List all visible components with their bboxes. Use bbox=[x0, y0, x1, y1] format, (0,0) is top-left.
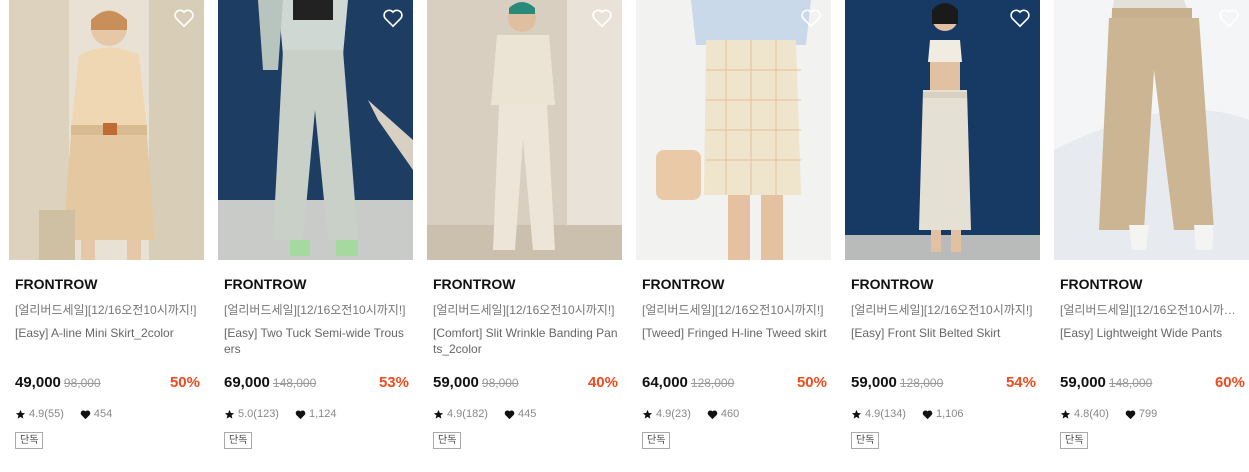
star-icon bbox=[224, 409, 235, 419]
exclusive-badge: 단독 bbox=[15, 432, 44, 449]
promo-label: [얼리버드세일][12/16오전10시까지!] bbox=[224, 303, 406, 317]
original-price: 98,000 bbox=[63, 376, 101, 390]
promo-label: [얼리버드세일][12/16오전10시까지!][... bbox=[1060, 303, 1246, 317]
exclusive-badge: 단독 bbox=[433, 432, 462, 449]
rating: 4.9(134) bbox=[865, 408, 906, 420]
product-card[interactable]: FRONTROW [얼리버드세일][12/16오전10시까지!][... [Ea… bbox=[1054, 0, 1249, 472]
price: 49,000 98,000 bbox=[15, 374, 101, 391]
brand-name[interactable]: FRONTROW bbox=[15, 276, 97, 292]
wishlist-heart-icon[interactable] bbox=[1218, 8, 1240, 28]
discount-rate: 53% bbox=[378, 374, 409, 391]
brand-name[interactable]: FRONTROW bbox=[224, 276, 306, 292]
original-price: 148,000 bbox=[272, 376, 317, 390]
product-name[interactable]: [Easy] A-line Mini Skirt_2color bbox=[15, 325, 201, 341]
sale-price: 59,000 bbox=[1060, 374, 1106, 391]
product-meta: 4.9(55) 454 bbox=[15, 408, 112, 420]
original-price: 128,000 bbox=[690, 376, 735, 390]
discount-rate: 60% bbox=[1214, 374, 1245, 391]
rating: 4.8(40) bbox=[1074, 408, 1109, 420]
like-count: 799 bbox=[1138, 408, 1158, 420]
rating: 4.9(23) bbox=[656, 408, 691, 420]
price: 59,000 98,000 bbox=[433, 374, 519, 391]
product-image[interactable] bbox=[1054, 0, 1249, 260]
wishlist-heart-icon[interactable] bbox=[1009, 8, 1031, 28]
product-image[interactable] bbox=[427, 0, 622, 260]
original-price: 148,000 bbox=[1108, 376, 1153, 390]
like-count: 1,124 bbox=[308, 408, 337, 420]
promo-label: [얼리버드세일][12/16오전10시까지!] bbox=[642, 303, 824, 317]
product-image[interactable] bbox=[636, 0, 831, 260]
exclusive-badge: 단독 bbox=[851, 432, 880, 449]
product-name[interactable]: [Comfort] Slit Wrinkle Banding Pants_2co… bbox=[433, 325, 619, 357]
product-meta: 5.0(123) 1,124 bbox=[224, 408, 337, 420]
price: 59,000 148,000 bbox=[1060, 374, 1152, 391]
wishlist-heart-icon[interactable] bbox=[591, 8, 613, 28]
product-meta: 4.9(134) 1,106 bbox=[851, 408, 964, 420]
product-card[interactable]: FRONTROW [얼리버드세일][12/16오전10시까지!] [Comfor… bbox=[427, 0, 622, 472]
rating: 4.9(182) bbox=[447, 408, 488, 420]
promo-label: [얼리버드세일][12/16오전10시까지!] bbox=[15, 303, 197, 317]
discount-rate: 50% bbox=[796, 374, 827, 391]
wishlist-heart-icon[interactable] bbox=[382, 8, 404, 28]
product-meta: 4.8(40) 799 bbox=[1060, 408, 1157, 420]
exclusive-badge: 단독 bbox=[1060, 432, 1089, 449]
star-icon bbox=[15, 409, 26, 419]
heart-filled-icon bbox=[295, 409, 306, 419]
heart-filled-icon bbox=[922, 409, 933, 419]
like-count: 445 bbox=[517, 408, 537, 420]
product-meta: 4.9(23) 460 bbox=[642, 408, 739, 420]
rating: 5.0(123) bbox=[238, 408, 279, 420]
product-name[interactable]: [Easy] Front Slit Belted Skirt bbox=[851, 325, 1037, 341]
heart-filled-icon bbox=[707, 409, 718, 419]
price: 69,000 148,000 bbox=[224, 374, 316, 391]
discount-rate: 40% bbox=[587, 374, 618, 391]
sale-price: 49,000 bbox=[15, 374, 61, 391]
discount-rate: 50% bbox=[169, 374, 200, 391]
heart-filled-icon bbox=[504, 409, 515, 419]
sale-price: 59,000 bbox=[433, 374, 479, 391]
product-name[interactable]: [Easy] Lightweight Wide Pants bbox=[1060, 325, 1246, 341]
wishlist-heart-icon[interactable] bbox=[173, 8, 195, 28]
brand-name[interactable]: FRONTROW bbox=[433, 276, 515, 292]
product-meta: 4.9(182) 445 bbox=[433, 408, 536, 420]
exclusive-badge: 단독 bbox=[642, 432, 671, 449]
sale-price: 64,000 bbox=[642, 374, 688, 391]
sale-price: 69,000 bbox=[224, 374, 270, 391]
product-image[interactable] bbox=[9, 0, 204, 260]
product-name[interactable]: [Easy] Two Tuck Semi-wide Trousers bbox=[224, 325, 410, 357]
star-icon bbox=[642, 409, 653, 419]
product-image[interactable] bbox=[218, 0, 413, 260]
promo-label: [얼리버드세일][12/16오전10시까지!] bbox=[851, 303, 1033, 317]
star-icon bbox=[851, 409, 862, 419]
original-price: 128,000 bbox=[899, 376, 944, 390]
product-grid: FRONTROW [얼리버드세일][12/16오전10시까지!] [Easy] … bbox=[0, 0, 1249, 472]
product-card[interactable]: FRONTROW [얼리버드세일][12/16오전10시까지!] [Easy] … bbox=[9, 0, 204, 472]
promo-label: [얼리버드세일][12/16오전10시까지!] bbox=[433, 303, 615, 317]
heart-filled-icon bbox=[80, 409, 91, 419]
product-card[interactable]: FRONTROW [얼리버드세일][12/16오전10시까지!] [Tweed]… bbox=[636, 0, 831, 472]
rating: 4.9(55) bbox=[29, 408, 64, 420]
brand-name[interactable]: FRONTROW bbox=[1060, 276, 1142, 292]
star-icon bbox=[1060, 409, 1071, 419]
price: 64,000 128,000 bbox=[642, 374, 734, 391]
product-name[interactable]: [Tweed] Fringed H-line Tweed skirt bbox=[642, 325, 828, 341]
brand-name[interactable]: FRONTROW bbox=[642, 276, 724, 292]
product-card[interactable]: FRONTROW [얼리버드세일][12/16오전10시까지!] [Easy] … bbox=[845, 0, 1040, 472]
like-count: 454 bbox=[93, 408, 113, 420]
exclusive-badge: 단독 bbox=[224, 432, 253, 449]
wishlist-heart-icon[interactable] bbox=[800, 8, 822, 28]
sale-price: 59,000 bbox=[851, 374, 897, 391]
original-price: 98,000 bbox=[481, 376, 519, 390]
like-count: 460 bbox=[720, 408, 740, 420]
price: 59,000 128,000 bbox=[851, 374, 943, 391]
brand-name[interactable]: FRONTROW bbox=[851, 276, 933, 292]
discount-rate: 54% bbox=[1005, 374, 1036, 391]
like-count: 1,106 bbox=[935, 408, 964, 420]
product-image[interactable] bbox=[845, 0, 1040, 260]
star-icon bbox=[433, 409, 444, 419]
heart-filled-icon bbox=[1125, 409, 1136, 419]
product-card[interactable]: FRONTROW [얼리버드세일][12/16오전10시까지!] [Easy] … bbox=[218, 0, 413, 472]
